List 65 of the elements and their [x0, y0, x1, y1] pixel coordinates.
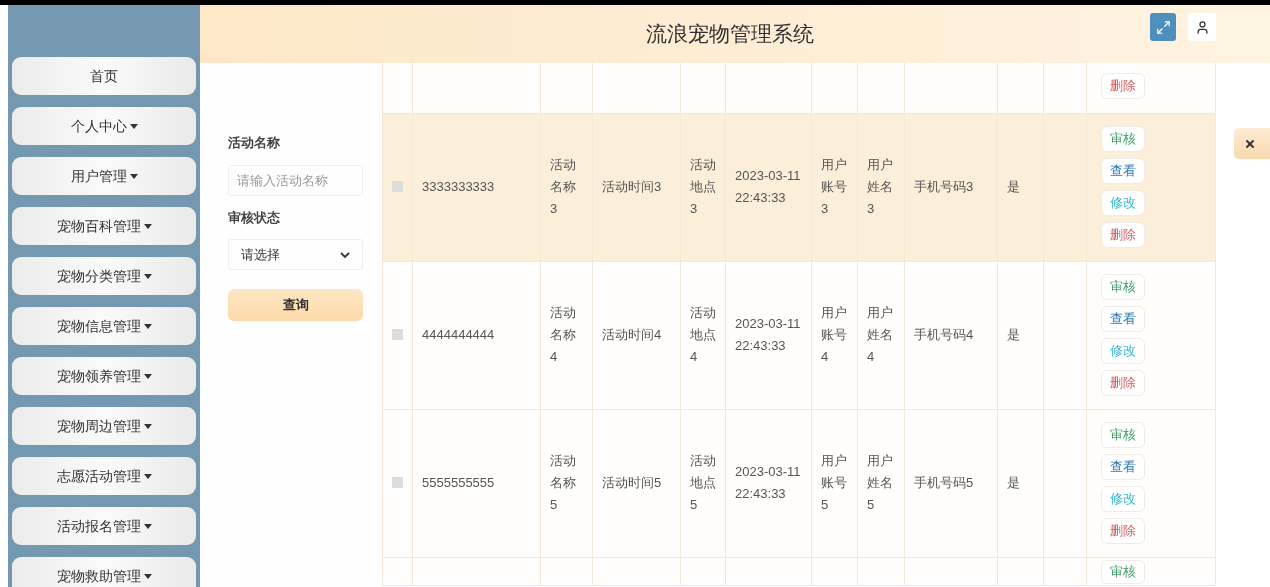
- sidebar-item[interactable]: 宠物分类管理: [12, 257, 196, 295]
- sidebar-item[interactable]: 志愿活动管理: [12, 457, 196, 495]
- table-cell: 2023-03-11 22:43:33: [735, 168, 801, 205]
- action-button[interactable]: 删除: [1101, 370, 1145, 396]
- row-checkbox[interactable]: [392, 181, 403, 192]
- table-cell: 活动时间3: [602, 179, 662, 194]
- table-cell: 2023-03-11 22:43:33: [735, 316, 801, 353]
- table-cell: 活动时间4: [602, 327, 662, 342]
- table-cell: 活动地点3: [690, 157, 716, 216]
- user-button[interactable]: [1188, 13, 1216, 41]
- status-select[interactable]: 请选择: [228, 239, 363, 270]
- table-cell: 活动名称5: [550, 453, 576, 512]
- field-label: 审核状态: [228, 208, 281, 227]
- sidebar-item[interactable]: 活动报名管理: [12, 507, 196, 545]
- user-icon: [1194, 19, 1210, 35]
- action-button[interactable]: 查看: [1101, 306, 1145, 332]
- table-cell: 用户账号5: [821, 453, 847, 512]
- table-cell: 活动地点5: [690, 453, 716, 512]
- table-cell: 2023-03-11 22:43:33: [735, 464, 801, 501]
- close-icon: [1244, 137, 1256, 150]
- action-button[interactable]: 审核: [1101, 422, 1145, 448]
- table-cell: 是: [1007, 475, 1020, 490]
- table-cell: 5555555555: [422, 475, 495, 490]
- action-button[interactable]: 删除: [1101, 72, 1145, 99]
- action-button[interactable]: 查看: [1101, 158, 1145, 184]
- sidebar-item[interactable]: 宠物周边管理: [12, 407, 196, 445]
- table-cell: 手机号码5: [914, 475, 974, 490]
- table-cell: 3333333333: [422, 179, 495, 194]
- sidebar-item[interactable]: 宠物领养管理: [12, 357, 196, 395]
- row-checkbox[interactable]: [392, 329, 403, 340]
- sidebar-item[interactable]: 宠物百科管理: [12, 207, 196, 245]
- table-cell: 用户姓名3: [867, 157, 893, 216]
- activity-name-field[interactable]: 请输入活动名称: [228, 164, 363, 196]
- sidebar-item[interactable]: 首页: [12, 57, 196, 95]
- action-button[interactable]: 审核: [1101, 274, 1145, 300]
- sidebar-item[interactable]: 宠物信息管理: [12, 307, 196, 345]
- table-cell: 活动名称3: [550, 157, 576, 216]
- table-cell: 用户姓名5: [867, 453, 893, 512]
- table-cell: 是: [1007, 179, 1020, 194]
- field-label: 活动名称: [228, 134, 281, 152]
- table-cell: 活动名称4: [550, 305, 576, 364]
- sidebar-item[interactable]: 宠物救助管理: [12, 557, 196, 587]
- table-cell: 手机号码3: [914, 179, 974, 194]
- table-cell: 用户账号4: [821, 305, 847, 364]
- row-checkbox[interactable]: [392, 477, 403, 488]
- close-panel-button[interactable]: [1234, 128, 1270, 159]
- app-title: 流浪宠物管理系统: [646, 21, 814, 48]
- expand-icon: [1155, 19, 1171, 35]
- action-button[interactable]: 删除: [1101, 518, 1145, 544]
- table-cell: 手机号码4: [914, 327, 974, 342]
- table-cell: 用户姓名4: [867, 305, 893, 364]
- action-button[interactable]: 审核: [1101, 559, 1145, 584]
- table-cell: 4444444444: [422, 327, 495, 342]
- fullscreen-button[interactable]: [1150, 13, 1176, 41]
- table-cell: 用户账号3: [821, 157, 847, 216]
- chevron-icon: [340, 251, 350, 258]
- table-cell: 活动时间5: [602, 475, 662, 490]
- table-cell: 是: [1007, 327, 1020, 342]
- sidebar-item[interactable]: 用户管理: [12, 157, 196, 195]
- search-button[interactable]: 查询: [228, 289, 363, 321]
- action-button[interactable]: 查看: [1101, 454, 1145, 480]
- table-cell: 活动地点4: [690, 305, 716, 364]
- sidebar-item[interactable]: 个人中心: [12, 107, 196, 145]
- action-button[interactable]: 删除: [1101, 222, 1145, 248]
- action-button[interactable]: 审核: [1101, 126, 1145, 152]
